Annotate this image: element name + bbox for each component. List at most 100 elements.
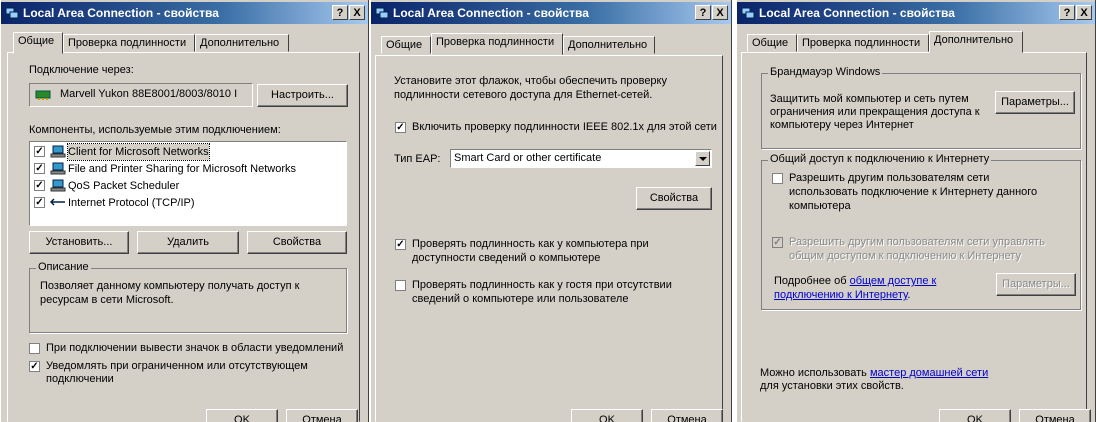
components-list[interactable]: ✓ Client for Microsoft Networks ✓ File a… [29, 141, 347, 226]
close-button[interactable]: X [712, 5, 728, 20]
window-title: Local Area Connection - свойства [23, 6, 219, 20]
cancel-button[interactable]: Отмена [651, 409, 723, 422]
tab-advanced[interactable]: Дополнительно [195, 34, 289, 52]
title-bar[interactable]: Local Area Connection - свойства ? X [371, 2, 731, 24]
network-connection-icon [741, 7, 755, 19]
more-info-suffix: . [907, 289, 911, 301]
properties-window-advanced: Local Area Connection - свойства ? X Общ… [736, 0, 1096, 422]
tab-authentication[interactable]: Проверка подлинности [431, 33, 563, 55]
ics-settings-button: Параметры... [996, 273, 1076, 296]
notify-checkbox[interactable]: ✓ [29, 361, 40, 372]
ics-allow-label-line3: компьютера [789, 200, 851, 212]
ics-group: Общий доступ к подключению к Интернету Р… [761, 153, 1081, 310]
auth-guest-label-line1: Проверять подлинность как у гостя при от… [412, 279, 672, 291]
ics-control-label-line2: общим доступом к подключению к Интернету [789, 250, 1021, 262]
component-label: QoS Packet Scheduler [68, 180, 180, 192]
protocol-icon [50, 198, 65, 206]
component-label: Client for Microsoft Networks [67, 143, 210, 161]
cancel-button[interactable]: Отмена [286, 409, 358, 422]
tab-advanced[interactable]: Дополнительно [929, 31, 1023, 53]
wizard-prefix: Можно использовать [760, 367, 870, 379]
install-button[interactable]: Установить... [29, 231, 129, 254]
enable-ieee-checkbox[interactable]: ✓ [395, 122, 406, 133]
file-sharing-icon [50, 162, 66, 175]
components-label: Компоненты, используемые этим подключени… [29, 124, 281, 136]
intro-text-line2: подлинности сетевого доступа для Etherne… [394, 89, 653, 101]
adapter-field: Marvell Yukon 88E8001/8003/8010 I [29, 83, 253, 107]
uninstall-button[interactable]: Удалить [137, 231, 239, 254]
cancel-button[interactable]: Отмена [1019, 409, 1091, 422]
component-checkbox[interactable]: ✓ [34, 180, 45, 191]
network-adapter-icon [35, 90, 51, 100]
ics-control-checkbox: ✓ [772, 237, 783, 248]
configure-button[interactable]: Настроить... [257, 84, 348, 107]
ics-help-link-continued[interactable]: подключению к Интернету [774, 289, 907, 301]
tab-advanced[interactable]: Дополнительно [563, 36, 655, 54]
enable-ieee-label: Включить проверку подлинности IEEE 802.1… [412, 121, 717, 133]
ok-button[interactable]: OK [571, 409, 643, 422]
ics-title: Общий доступ к подключению к Интернету [768, 153, 992, 165]
component-checkbox[interactable]: ✓ [34, 163, 45, 174]
ics-help-link[interactable]: общем доступе к [850, 275, 937, 287]
adapter-name: Marvell Yukon 88E8001/8003/8010 I [60, 88, 238, 100]
help-button[interactable]: ? [332, 5, 348, 20]
firewall-group: Брандмауэр Windows Защитить мой компьюте… [761, 66, 1081, 149]
help-button[interactable]: ? [1059, 5, 1075, 20]
tab-authentication[interactable]: Проверка подлинности [63, 34, 195, 52]
component-checkbox[interactable]: ✓ [34, 146, 45, 157]
notify-label-line1: Уведомлять при ограниченном или отсутств… [46, 360, 308, 372]
show-icon-checkbox[interactable] [29, 343, 40, 354]
ics-allow-label-line1: Разрешить другим пользователям сети [789, 172, 990, 184]
connect-via-label: Подключение через: [29, 64, 134, 76]
wizard-line1: Можно использовать мастер домашней сети [760, 367, 988, 379]
component-checkbox[interactable]: ✓ [34, 197, 45, 208]
home-network-wizard-link[interactable]: мастер домашней сети [870, 367, 988, 379]
tab-general[interactable]: Общие [747, 34, 797, 52]
tab-general[interactable]: Общие [13, 32, 63, 54]
more-info-line2: подключению к Интернету. [774, 289, 910, 301]
auth-guest-label-line2: сведений о компьютере или пользователе [412, 293, 629, 305]
firewall-text-line1: Защитить мой компьютер и сеть путем [770, 93, 969, 105]
eap-type-value: Smart Card or other certificate [454, 152, 602, 164]
window-title: Local Area Connection - свойства [393, 6, 589, 20]
wizard-line2: для установки этих свойств. [760, 380, 904, 392]
tab-general[interactable]: Общие [381, 36, 431, 54]
properties-window-authentication: Local Area Connection - свойства ? X Общ… [370, 0, 732, 422]
notify-label-line2: подключении [46, 373, 114, 385]
properties-button[interactable]: Свойства [247, 231, 347, 254]
close-button[interactable]: X [349, 5, 365, 20]
auth-guest-checkbox[interactable] [395, 280, 406, 291]
ics-allow-label-line2: использовать подключение к Интернету дан… [789, 186, 1038, 198]
description-text-line2: ресурсам в сети Microsoft. [40, 294, 174, 306]
auth-computer-label-line1: Проверять подлинность как у компьютера п… [412, 238, 649, 250]
close-button[interactable]: X [1076, 5, 1092, 20]
firewall-text-line3: компьютеру через Интернет [770, 119, 914, 131]
tab-authentication[interactable]: Проверка подлинности [797, 34, 929, 52]
network-connection-icon [375, 7, 389, 19]
auth-computer-label-line2: доступности сведений о компьютере [412, 252, 601, 264]
client-network-icon [50, 145, 66, 158]
intro-text-line1: Установите этот флажок, чтобы обеспечить… [394, 75, 667, 87]
component-label: File and Printer Sharing for Microsoft N… [68, 163, 297, 175]
ics-allow-checkbox[interactable] [772, 173, 783, 184]
eap-properties-button[interactable]: Свойства [636, 187, 712, 210]
chevron-down-icon[interactable] [695, 151, 710, 166]
auth-computer-checkbox[interactable]: ✓ [395, 239, 406, 250]
more-info-prefix: Подробнее об [774, 275, 850, 287]
description-text-line1: Позволяет данному компьютеру получать до… [40, 280, 300, 292]
description-group: Описание Позволяет данному компьютеру по… [29, 261, 347, 333]
title-bar[interactable]: Local Area Connection - свойства ? X [1, 2, 368, 24]
help-button[interactable]: ? [695, 5, 711, 20]
component-label: Internet Protocol (TCP/IP) [68, 197, 195, 209]
properties-window-general: Local Area Connection - свойства ? X Общ… [0, 0, 369, 422]
firewall-settings-button[interactable]: Параметры... [995, 91, 1075, 114]
title-bar[interactable]: Local Area Connection - свойства ? X [737, 2, 1095, 24]
description-title: Описание [36, 261, 91, 273]
ok-button[interactable]: OK [206, 409, 278, 422]
ics-control-label-line1: Разрешить другим пользователям сети упра… [789, 236, 1045, 248]
window-title: Local Area Connection - свойства [759, 6, 955, 20]
qos-scheduler-icon [50, 179, 66, 192]
more-info-line1: Подробнее об общем доступе к [774, 275, 936, 287]
eap-type-select[interactable]: Smart Card or other certificate [450, 149, 712, 168]
ok-button[interactable]: OK [939, 409, 1011, 422]
